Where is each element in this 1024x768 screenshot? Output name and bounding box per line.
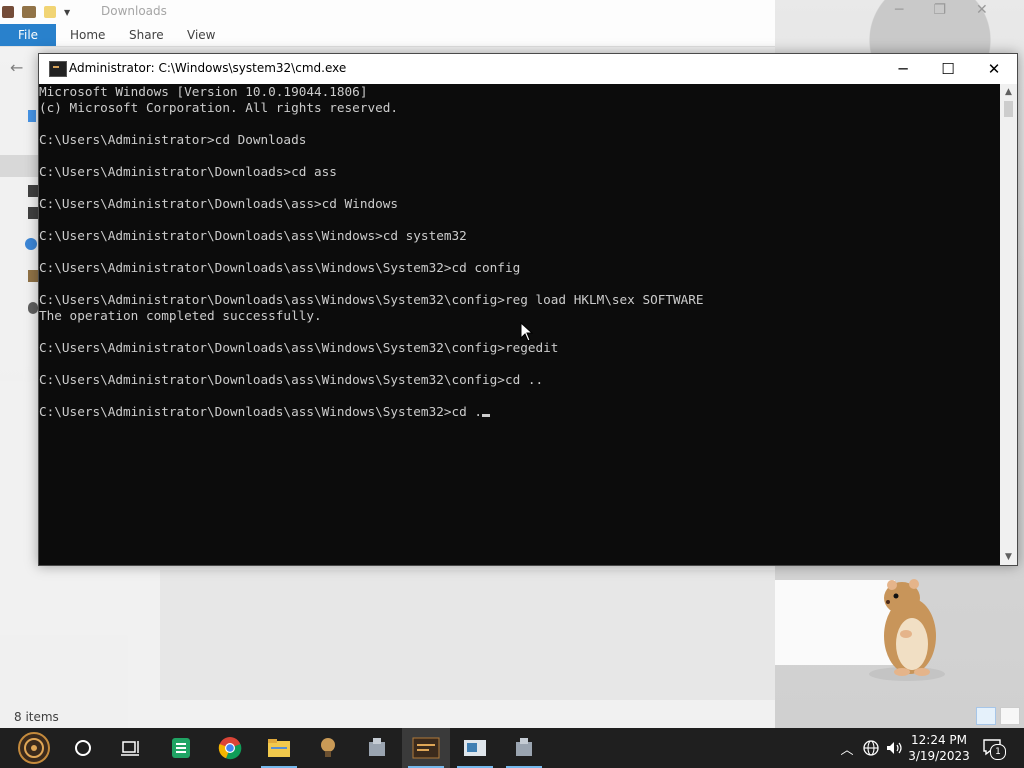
sheets-icon xyxy=(172,738,190,758)
cortana-button[interactable] xyxy=(59,728,107,768)
cmd-titlebar[interactable]: Administrator: C:\Windows\system32\cmd.e… xyxy=(39,54,1017,84)
taskbar-chrome[interactable] xyxy=(206,728,254,768)
minimize-icon: ─ xyxy=(898,60,908,78)
onedrive-icon[interactable] xyxy=(25,238,37,250)
clock-date: 3/19/2023 xyxy=(908,749,970,763)
close-icon: ✕ xyxy=(987,60,1001,78)
cmd-title: Administrator: C:\Windows\system32\cmd.e… xyxy=(69,61,347,75)
nav-item-icon[interactable] xyxy=(28,185,38,197)
start-button[interactable] xyxy=(10,728,58,768)
app-icon xyxy=(516,738,532,756)
maximize-icon: ☐ xyxy=(941,60,955,78)
new-folder-icon[interactable] xyxy=(44,6,56,18)
ribbon-view-tab[interactable]: View xyxy=(187,24,215,46)
nav-item-icon[interactable] xyxy=(28,207,38,219)
console-line: C:\Users\Administrator\Downloads\ass\Win… xyxy=(39,404,1000,420)
chevron-up-icon[interactable]: ︿ xyxy=(838,739,856,758)
properties-icon[interactable] xyxy=(22,6,36,18)
start-icon xyxy=(18,732,50,764)
network-icon[interactable] xyxy=(860,739,882,757)
app-icon xyxy=(2,6,14,18)
console-line: C:\Users\Administrator>cd Downloads xyxy=(39,132,307,147)
back-arrow-icon[interactable]: ← xyxy=(10,58,28,77)
taskbar: ︿ 12:24 PM 3/19/2023 1 xyxy=(0,728,1024,768)
selected-nav-item[interactable] xyxy=(0,155,38,177)
system-tray: ︿ xyxy=(838,728,906,768)
scroll-thumb[interactable] xyxy=(1004,101,1013,117)
console-line: C:\Users\Administrator\Downloads\ass\Win… xyxy=(39,340,559,355)
ribbon-home-tab[interactable]: Home xyxy=(70,24,105,46)
text-cursor xyxy=(482,414,491,417)
console-line: C:\Users\Administrator\Downloads\ass\Win… xyxy=(39,372,544,387)
console-line: C:\Users\Administrator\Downloads\ass\Win… xyxy=(39,228,467,243)
file-explorer-icon xyxy=(268,739,290,757)
chrome-icon xyxy=(218,737,242,760)
app-icon xyxy=(464,740,486,756)
task-view-icon xyxy=(121,741,139,756)
quick-access-icon[interactable] xyxy=(28,110,36,122)
notification-count-badge: 1 xyxy=(990,744,1006,760)
background-window-controls: ─ ❐ ✕ xyxy=(895,2,988,18)
app-icon xyxy=(369,738,385,756)
cmd-window[interactable]: Administrator: C:\Windows\system32\cmd.e… xyxy=(38,53,1018,566)
scroll-up-icon[interactable]: ▲ xyxy=(1000,84,1017,100)
clock[interactable]: 12:24 PM 3/19/2023 xyxy=(903,732,975,764)
minimize-icon[interactable]: ─ xyxy=(895,2,903,18)
taskbar-sheets[interactable] xyxy=(157,728,205,768)
maximize-button[interactable]: ☐ xyxy=(925,54,971,84)
explorer-title: Downloads xyxy=(101,4,167,18)
action-center-button[interactable]: 1 xyxy=(982,738,1006,760)
console-line: Microsoft Windows [Version 10.0.19044.18… xyxy=(39,84,368,99)
item-count: 8 items xyxy=(14,710,59,724)
view-toggle xyxy=(976,707,1020,725)
nav-item-icon[interactable] xyxy=(28,302,38,314)
console-line: (c) Microsoft Corporation. All rights re… xyxy=(39,100,399,115)
taskbar-app[interactable] xyxy=(500,728,548,768)
cmd-icon xyxy=(49,61,67,77)
hamster-mascot xyxy=(869,579,945,681)
nav-item-icon[interactable] xyxy=(28,270,38,282)
cortana-icon xyxy=(75,740,91,756)
ribbon-share-tab[interactable]: Share xyxy=(129,24,164,46)
taskbar-app[interactable] xyxy=(304,728,352,768)
taskbar-app[interactable] xyxy=(451,728,499,768)
taskbar-cmd[interactable] xyxy=(402,728,450,768)
blurred-content xyxy=(160,570,775,700)
ribbon: File Home Share View xyxy=(0,24,775,47)
cmd-icon xyxy=(412,737,440,759)
close-icon[interactable]: ✕ xyxy=(976,2,988,18)
details-view-icon[interactable] xyxy=(976,707,996,725)
close-button[interactable]: ✕ xyxy=(971,54,1017,84)
clock-time: 12:24 PM xyxy=(911,733,967,747)
mouse-pointer-icon xyxy=(520,322,534,342)
console-line: C:\Users\Administrator\Downloads\ass>cd … xyxy=(39,196,399,211)
taskbar-file-explorer[interactable] xyxy=(255,728,303,768)
scroll-down-icon[interactable]: ▼ xyxy=(1000,549,1017,565)
console-line: C:\Users\Administrator\Downloads\ass\Win… xyxy=(39,260,521,275)
minimize-button[interactable]: ─ xyxy=(880,54,926,84)
console-line: C:\Users\Administrator\Downloads>cd ass xyxy=(39,164,337,179)
taskbar-app[interactable] xyxy=(353,728,401,768)
explorer-titlebar[interactable]: ▼ Downloads xyxy=(0,0,775,24)
app-icon xyxy=(321,738,335,757)
quick-access-toolbar: ▼ xyxy=(2,4,70,20)
restore-icon[interactable]: ❐ xyxy=(933,2,946,18)
task-view-button[interactable] xyxy=(106,728,154,768)
navigation-pane xyxy=(0,85,38,485)
vertical-scrollbar[interactable]: ▲ ▼ xyxy=(1000,84,1017,565)
customize-toolbar-icon[interactable]: ▼ xyxy=(64,8,70,17)
large-icons-view-icon[interactable] xyxy=(1000,707,1020,725)
ribbon-file-tab[interactable]: File xyxy=(0,24,56,46)
console-line: C:\Users\Administrator\Downloads\ass\Win… xyxy=(39,292,704,307)
